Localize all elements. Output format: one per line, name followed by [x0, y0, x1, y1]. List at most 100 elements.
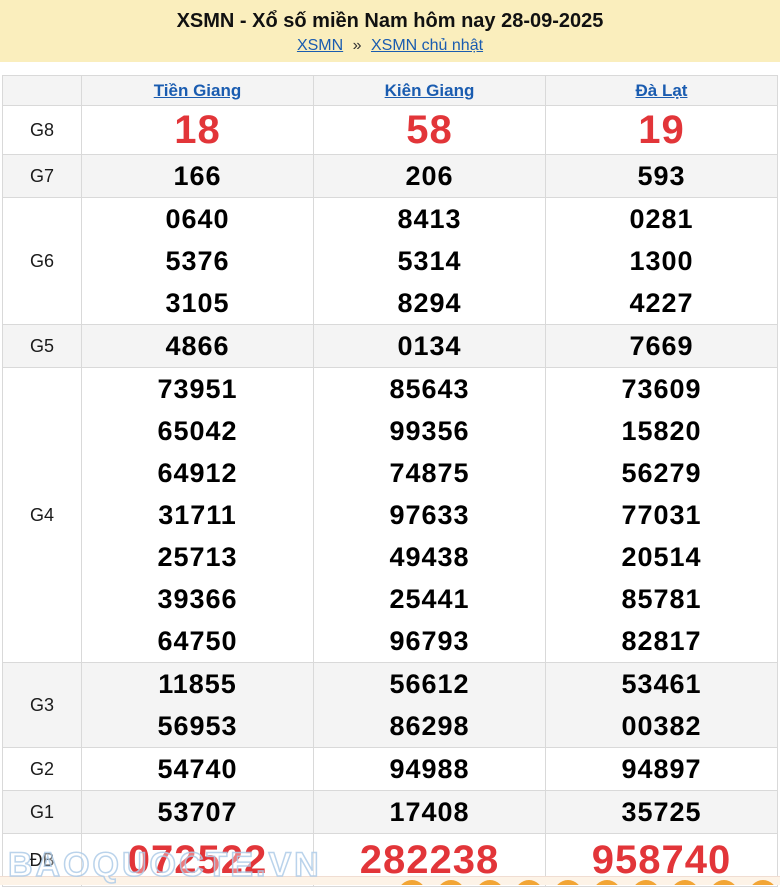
result-number: 8294 — [314, 282, 545, 324]
result-cell: 18 — [82, 106, 314, 155]
results-table: Tiền GiangKiên GiangĐà Lạt G8185819G7166… — [2, 75, 778, 887]
result-number: 4227 — [546, 282, 777, 324]
result-number: 65042 — [82, 410, 313, 452]
result-cell: 064053763105 — [82, 198, 314, 325]
lotto-ball-icon — [593, 880, 621, 885]
result-number: 0281 — [546, 198, 777, 240]
prize-row-g1: G1537071740835725 — [3, 791, 778, 834]
lotto-ball-icon — [671, 880, 699, 885]
province-link[interactable]: Đà Lạt — [636, 81, 688, 100]
result-number: 5376 — [82, 240, 313, 282]
result-number: 77031 — [546, 494, 777, 536]
lotto-ball-icon — [476, 880, 504, 885]
result-cell: 58 — [314, 106, 546, 155]
lotto-ball-icon — [632, 880, 660, 885]
results-table-container: Tiền GiangKiên GiangĐà Lạt G8185819G7166… — [0, 62, 780, 887]
prize-row-g8: G8185819 — [3, 106, 778, 155]
result-number: 53707 — [82, 791, 313, 833]
result-number: 94897 — [546, 748, 777, 790]
result-number: 39366 — [82, 578, 313, 620]
result-number: 25713 — [82, 536, 313, 578]
result-cell: 73609158205627977031205148578182817 — [546, 368, 778, 663]
result-number: 166 — [82, 155, 313, 197]
result-number: 58 — [314, 106, 545, 154]
result-cell: 85643993567487597633494382544196793 — [314, 368, 546, 663]
result-number: 82817 — [546, 620, 777, 662]
table-header-row: Tiền Giang Kiên Giang Đà Lạt — [3, 76, 778, 106]
prize-label: G3 — [3, 663, 82, 748]
result-number: 64912 — [82, 452, 313, 494]
province-link[interactable]: Kiên Giang — [385, 81, 475, 100]
result-cell: 841353148294 — [314, 198, 546, 325]
corner-cell — [3, 76, 82, 106]
result-number: 18 — [82, 106, 313, 154]
result-number: 31711 — [82, 494, 313, 536]
result-number: 64750 — [82, 620, 313, 662]
result-number: 54740 — [82, 748, 313, 790]
prize-row-g4: G473951650426491231711257133936664750856… — [3, 368, 778, 663]
lotto-ball-icon — [710, 880, 738, 885]
result-number: 85781 — [546, 578, 777, 620]
column-header: Kiên Giang — [314, 76, 546, 106]
page-header: XSMN - Xổ số miền Nam hôm nay 28-09-2025… — [0, 0, 780, 62]
breadcrumb-link-xsmn[interactable]: XSMN — [297, 37, 343, 54]
result-number: 85643 — [314, 368, 545, 410]
result-cell: 166 — [82, 155, 314, 198]
result-cell: 593 — [546, 155, 778, 198]
result-number: 73951 — [82, 368, 313, 410]
result-number: 97633 — [314, 494, 545, 536]
result-number: 86298 — [314, 705, 545, 747]
result-number: 11855 — [82, 663, 313, 705]
prize-row-g7: G7166206593 — [3, 155, 778, 198]
prize-label: G8 — [3, 106, 82, 155]
prize-row-g5: G5486601347669 — [3, 325, 778, 368]
prize-row-g6: G6064053763105841353148294028113004227 — [3, 198, 778, 325]
result-number: 4866 — [82, 325, 313, 367]
lotto-ball-icon — [554, 880, 582, 885]
province-link[interactable]: Tiền Giang — [154, 81, 242, 100]
result-cell: 19 — [546, 106, 778, 155]
prize-label: G7 — [3, 155, 82, 198]
result-number: 19 — [546, 106, 777, 154]
prize-label: G1 — [3, 791, 82, 834]
column-header: Đà Lạt — [546, 76, 778, 106]
result-number: 0640 — [82, 198, 313, 240]
result-cell: 94897 — [546, 748, 778, 791]
result-number: 56612 — [314, 663, 545, 705]
result-number: 56279 — [546, 452, 777, 494]
result-number: 17408 — [314, 791, 545, 833]
result-number: 1300 — [546, 240, 777, 282]
breadcrumb-link-xsmn-chu-nhat[interactable]: XSMN chủ nhật — [371, 37, 483, 54]
result-cell: 5346100382 — [546, 663, 778, 748]
result-number: 99356 — [314, 410, 545, 452]
prize-row-g2: G2547409498894897 — [3, 748, 778, 791]
page-title: XSMN - Xổ số miền Nam hôm nay 28-09-2025 — [0, 9, 780, 33]
result-number: 0134 — [314, 325, 545, 367]
lotto-ball-icon — [515, 880, 543, 885]
result-number: 25441 — [314, 578, 545, 620]
result-number: 593 — [546, 155, 777, 197]
result-number: 8413 — [314, 198, 545, 240]
lotto-ball-icon — [749, 880, 777, 885]
result-number: 56953 — [82, 705, 313, 747]
result-cell: 73951650426491231711257133936664750 — [82, 368, 314, 663]
breadcrumb: XSMN » XSMN chủ nhật — [0, 36, 780, 56]
result-number: 73609 — [546, 368, 777, 410]
result-number: 5314 — [314, 240, 545, 282]
result-cell: 5661286298 — [314, 663, 546, 748]
result-number: 206 — [314, 155, 545, 197]
result-number: 49438 — [314, 536, 545, 578]
result-number: 96793 — [314, 620, 545, 662]
results-table-body: G8185819G7166206593G60640537631058413531… — [3, 106, 778, 887]
result-cell: 94988 — [314, 748, 546, 791]
result-cell: 1185556953 — [82, 663, 314, 748]
result-cell: 4866 — [82, 325, 314, 368]
result-cell: 35725 — [546, 791, 778, 834]
result-number: 74875 — [314, 452, 545, 494]
result-cell: 54740 — [82, 748, 314, 791]
result-number: 15820 — [546, 410, 777, 452]
prize-label: G2 — [3, 748, 82, 791]
result-cell: 206 — [314, 155, 546, 198]
next-section-strip — [0, 876, 780, 885]
column-header: Tiền Giang — [82, 76, 314, 106]
